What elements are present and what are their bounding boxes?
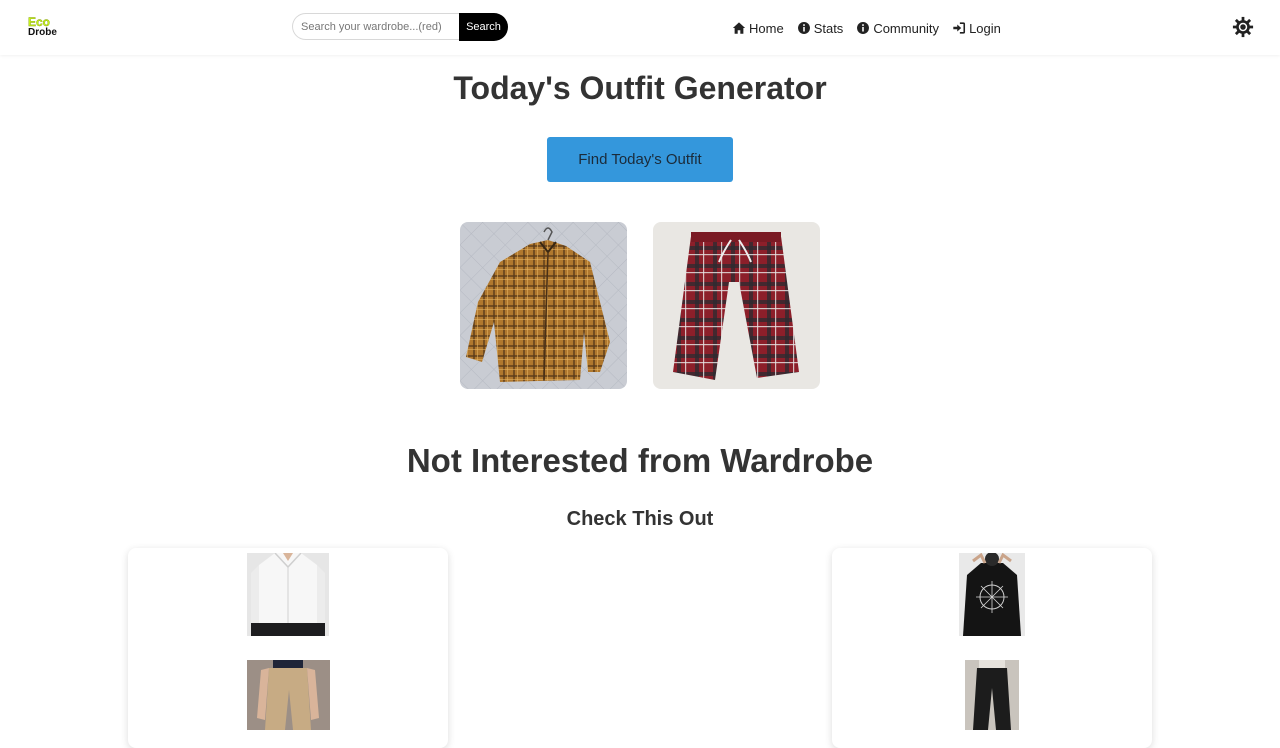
page-title: Today's Outfit Generator	[453, 70, 827, 106]
nav-community[interactable]: Community	[856, 18, 939, 38]
nav-home-label: Home	[749, 20, 784, 36]
navbar: Eco Drobe Search Home Stats	[0, 0, 1280, 55]
nav-stats[interactable]: Stats	[797, 18, 844, 38]
nav-login[interactable]: Login	[952, 18, 1001, 38]
logo-line-2: Drobe	[28, 27, 57, 38]
outfit-shirt-image	[460, 222, 627, 389]
sign-in-icon	[953, 22, 966, 34]
search-input[interactable]	[292, 13, 459, 40]
theme-toggle-icon[interactable]	[1232, 16, 1254, 38]
nav-home[interactable]: Home	[732, 18, 784, 38]
nav-community-label: Community	[873, 20, 940, 36]
home-icon	[732, 22, 746, 34]
white-shirt-image	[247, 553, 329, 636]
info-circle-icon	[857, 22, 870, 34]
find-outfit-button[interactable]: Find Today's Outfit	[547, 137, 733, 182]
black-graphic-tee-image	[959, 553, 1025, 636]
outfit-pants-image	[653, 222, 820, 389]
section-title: Not Interested from Wardrobe	[406, 442, 874, 479]
suggestion-card[interactable]	[128, 548, 448, 748]
ecodrobe-logo[interactable]: Eco Drobe	[28, 15, 70, 38]
search-button[interactable]: Search	[459, 13, 508, 41]
nav-stats-label: Stats	[813, 20, 844, 36]
nav-links: Home Stats Community Login	[732, 18, 1001, 38]
info-circle-icon	[797, 22, 810, 34]
section-subtitle: Check This Out	[566, 508, 714, 530]
nav-login-label: Login	[969, 20, 1001, 36]
search-bar: Search	[292, 13, 508, 42]
suggestion-card[interactable]	[832, 548, 1152, 748]
logo-line-1: Eco	[28, 15, 51, 29]
